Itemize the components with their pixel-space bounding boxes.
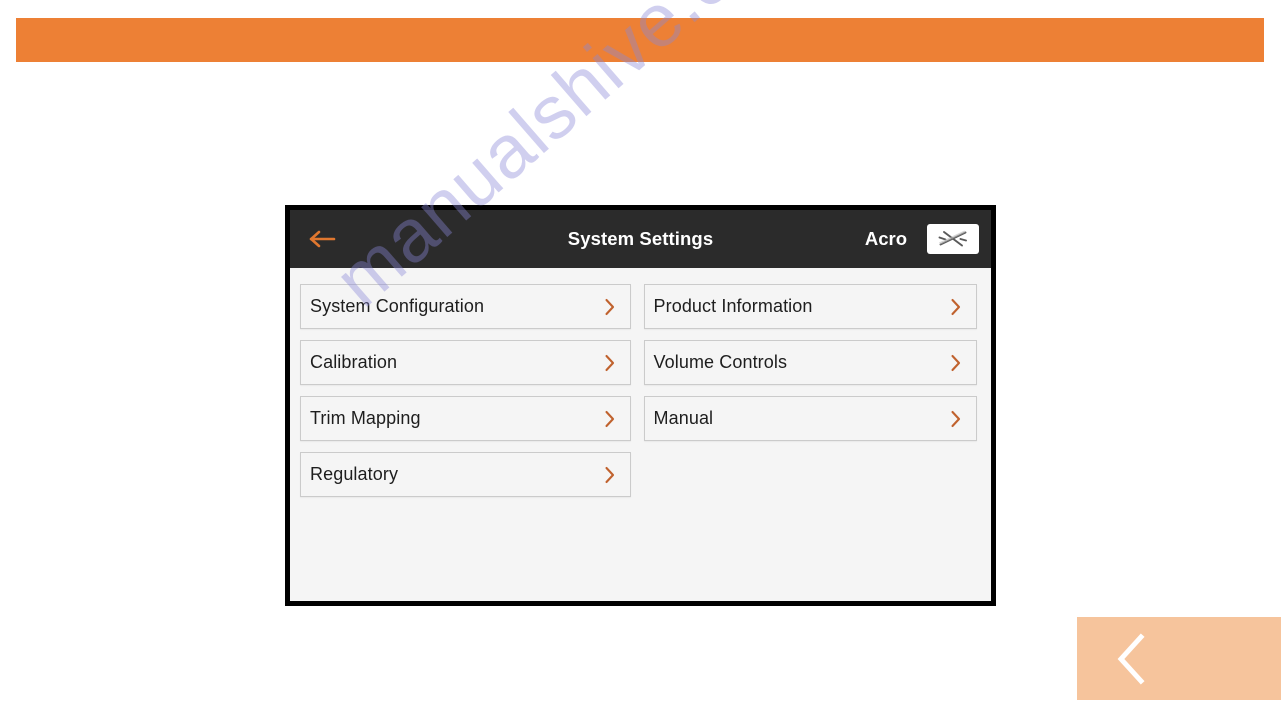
settings-menu: System Configuration Calibration Trim Ma… (290, 268, 991, 601)
chevron-right-icon (602, 352, 618, 374)
device-screen: System Settings Acro System Configuratio… (285, 205, 996, 606)
menu-item-volume-controls[interactable]: Volume Controls (643, 340, 977, 385)
menu-item-manual[interactable]: Manual (643, 396, 977, 441)
menu-item-label: Product Information (653, 296, 813, 316)
menu-item-label: Regulatory (310, 464, 399, 484)
chevron-right-icon (602, 296, 618, 318)
flight-mode-label: Acro (864, 228, 907, 249)
menu-item-system-configuration[interactable]: System Configuration (300, 284, 631, 329)
settings-left-column: System Configuration Calibration Trim Ma… (300, 284, 631, 601)
chevron-right-icon (602, 408, 618, 430)
menu-item-label: Trim Mapping (310, 408, 421, 428)
chevron-right-icon (948, 352, 964, 374)
menu-item-label: Calibration (310, 352, 398, 372)
menu-item-label: Volume Controls (653, 352, 788, 372)
previous-page-button[interactable] (1077, 617, 1281, 700)
menu-item-label: System Configuration (310, 296, 485, 316)
chevron-right-icon (948, 296, 964, 318)
aircraft-type-button[interactable] (927, 224, 979, 254)
top-banner (16, 18, 1264, 62)
chevron-right-icon (948, 408, 964, 430)
menu-item-calibration[interactable]: Calibration (300, 340, 631, 385)
screen-title-bar: System Settings Acro (290, 210, 991, 268)
settings-right-column: Product Information Volume Controls Manu… (643, 284, 977, 601)
chevron-right-icon (602, 464, 618, 486)
airplane-icon (938, 230, 967, 247)
menu-item-label: Manual (653, 408, 714, 428)
chevron-left-icon (1117, 632, 1145, 685)
menu-item-product-information[interactable]: Product Information (643, 284, 977, 329)
menu-item-regulatory[interactable]: Regulatory (300, 452, 631, 497)
menu-item-trim-mapping[interactable]: Trim Mapping (300, 396, 631, 441)
